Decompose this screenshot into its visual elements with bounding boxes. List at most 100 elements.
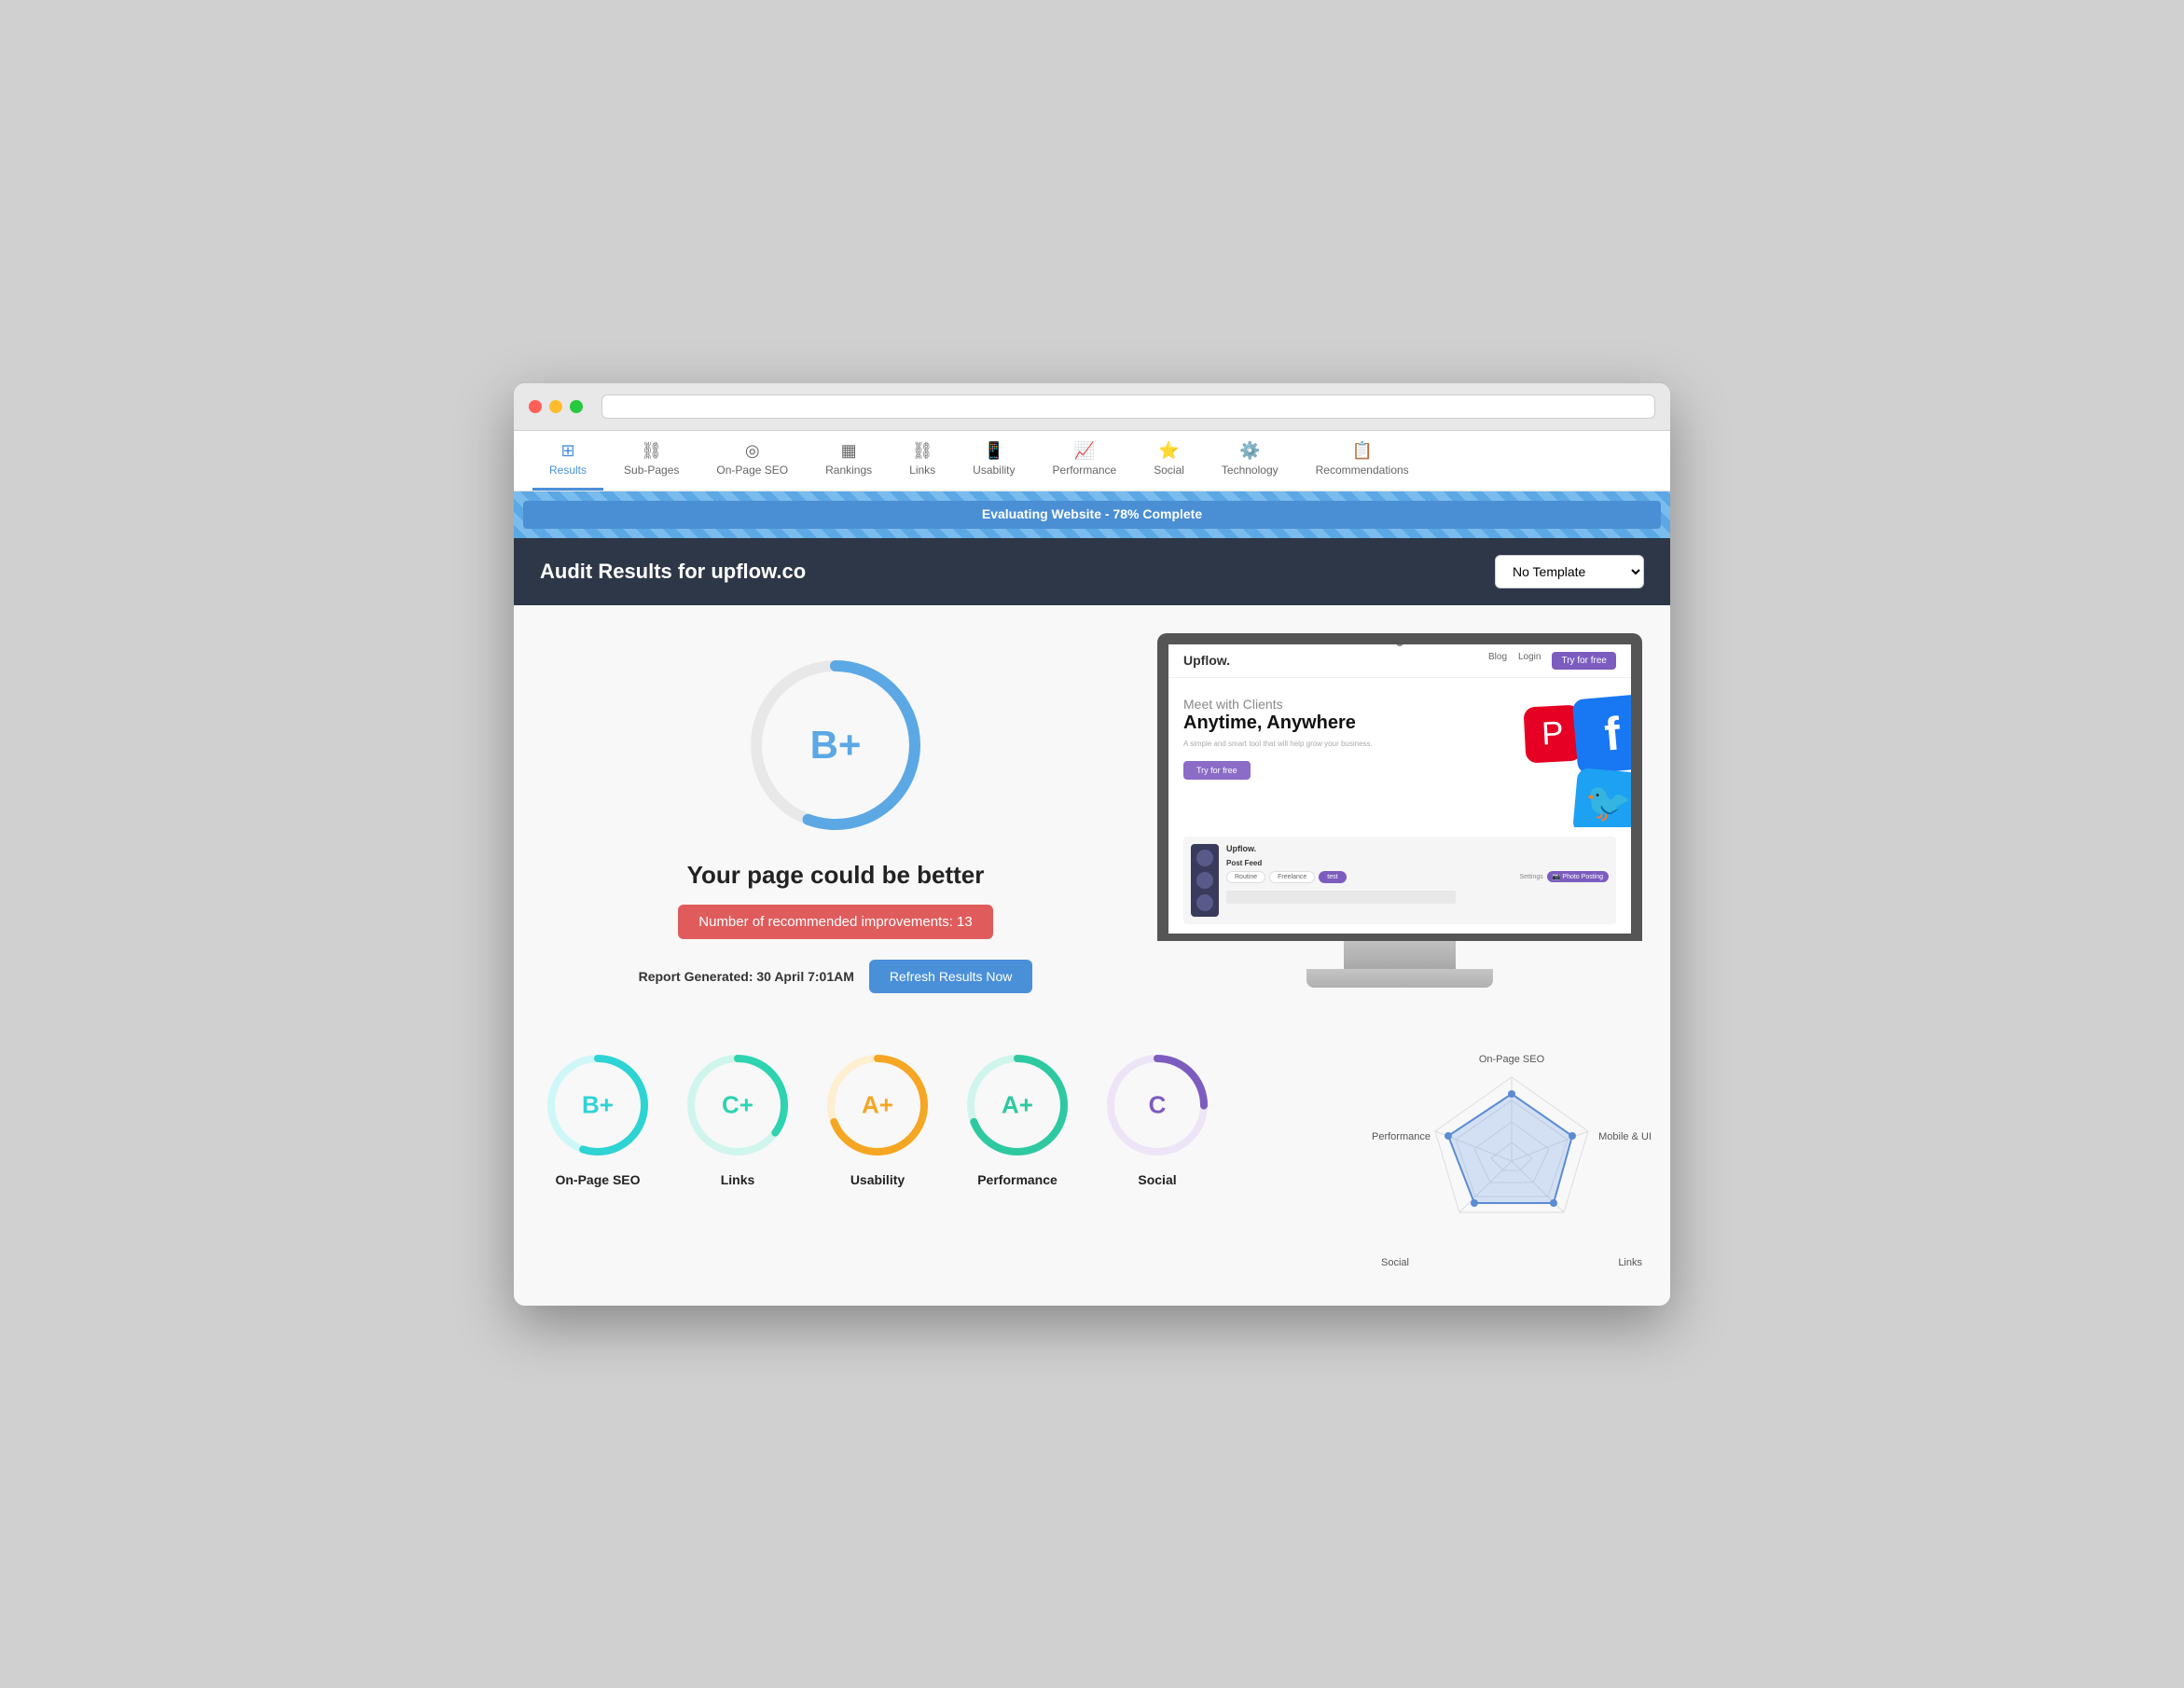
radar-label-links: Links [1618, 1257, 1642, 1268]
score-circle-usability: A+ [822, 1049, 933, 1161]
score-circle-performance: A+ [961, 1049, 1073, 1161]
monitor-stand [1344, 941, 1456, 969]
sidebar-icon-1 [1196, 850, 1213, 866]
results-left: B+ Your page could be better Number of r… [542, 633, 1129, 993]
grade-onpage: B+ [582, 1090, 614, 1119]
feed-tab-test: test [1319, 871, 1346, 883]
tab-results[interactable]: ⊞ Results [532, 431, 603, 491]
tab-onpage-seo[interactable]: ◎ On-Page SEO [699, 431, 805, 491]
dash-logo: Upflow. [1226, 844, 1256, 853]
camera-dot [1396, 639, 1403, 646]
audit-header: Audit Results for upflow.co No Template … [514, 538, 1670, 605]
score-onpage: B+ On-Page SEO [542, 1049, 654, 1187]
sidebar-icon-3 [1196, 894, 1213, 911]
browser-window: ⊞ Results ⛓ Sub-Pages ◎ On-Page SEO ▦ Ra… [514, 383, 1670, 1306]
score-links: C+ Links [682, 1049, 794, 1187]
monitor-base [1306, 969, 1493, 988]
score-items: B+ On-Page SEO C+ Links [542, 1049, 1362, 1187]
radar-label-onpage: On-Page SEO [1479, 1054, 1544, 1065]
score-usability: A+ Usability [822, 1049, 933, 1187]
site-dashboard: Upflow. Post Feed Routine Freelance test… [1183, 837, 1616, 924]
label-links: Links [721, 1172, 755, 1187]
score-circle-onpage: B+ [542, 1049, 654, 1161]
twitter-icon: 🐦 [1572, 768, 1631, 827]
main-content: B+ Your page could be better Number of r… [514, 605, 1670, 1031]
nav-cta-button: Try for free [1552, 652, 1616, 670]
grade-links: C+ [722, 1090, 753, 1119]
technology-icon: ⚙️ [1239, 442, 1260, 459]
grade-performance: A+ [1002, 1090, 1033, 1119]
grade-social: C [1149, 1090, 1167, 1119]
maximize-button[interactable] [570, 400, 583, 413]
performance-icon: 📈 [1074, 442, 1095, 459]
close-button[interactable] [529, 400, 542, 413]
minimize-button[interactable] [549, 400, 562, 413]
progress-bar-container: Evaluating Website - 78% Complete [514, 491, 1670, 538]
feed-tab-routine: Routine [1226, 871, 1265, 883]
improvements-badge: Number of recommended improvements: 13 [678, 905, 992, 939]
label-usability: Usability [850, 1172, 905, 1187]
radar-label-performance: Performance [1372, 1131, 1431, 1142]
radar-label-mobile: Mobile & UI [1598, 1131, 1652, 1142]
tab-recommendations[interactable]: 📋 Recommendations [1299, 431, 1426, 491]
timeline-bar [1226, 891, 1456, 904]
template-select[interactable]: No Template E-commerce Blog SaaS [1495, 555, 1644, 588]
tab-links[interactable]: ⛓ Links [892, 431, 952, 491]
label-social: Social [1138, 1172, 1176, 1187]
tab-technology[interactable]: ⚙️ Technology [1205, 431, 1295, 491]
tab-rankings[interactable]: ▦ Rankings [809, 431, 889, 491]
onpage-icon: ◎ [745, 442, 760, 459]
progress-text: Evaluating Website - 78% Complete [982, 506, 1202, 521]
report-date: Report Generated: 30 April 7:01AM [639, 969, 854, 984]
grade-value: B+ [810, 723, 862, 768]
subpages-icon: ⛓ [641, 442, 662, 459]
facebook-icon: f [1572, 693, 1631, 774]
browser-titlebar [514, 383, 1670, 431]
rankings-icon: ▦ [841, 442, 857, 459]
results-icon: ⊞ [560, 442, 574, 459]
report-row: Report Generated: 30 April 7:01AM Refres… [639, 960, 1033, 993]
score-circle-social: C [1101, 1049, 1213, 1161]
site-hero: Meet with Clients Anytime, Anywhere A si… [1168, 678, 1631, 827]
nav-link-login: Login [1518, 652, 1541, 670]
feed-settings: Settings [1519, 874, 1542, 880]
page-tagline: Your page could be better [687, 861, 985, 890]
photo-posting-btn: 📷 Photo Posting [1547, 871, 1609, 882]
usability-icon: 📱 [984, 442, 1004, 459]
grade-usability: A+ [862, 1090, 893, 1119]
radar-chart: On-Page SEO Mobile & UI Links Social Per… [1381, 1049, 1642, 1278]
nav-tabs: ⊞ Results ⛓ Sub-Pages ◎ On-Page SEO ▦ Ra… [514, 431, 1670, 491]
dash-topbar: Upflow. [1226, 844, 1609, 853]
monitor: Upflow. Blog Login Try for free [1157, 633, 1642, 988]
results-grid: B+ Your page could be better Number of r… [542, 633, 1642, 993]
score-performance: A+ Performance [961, 1049, 1073, 1187]
radar-label-social: Social [1381, 1257, 1409, 1268]
refresh-button[interactable]: Refresh Results Now [869, 960, 1033, 993]
post-feed-label: Post Feed [1226, 859, 1609, 867]
site-preview: Upflow. Blog Login Try for free [1168, 644, 1631, 934]
sidebar-icon-2 [1196, 872, 1213, 889]
progress-bar-inner: Evaluating Website - 78% Complete [523, 501, 1661, 529]
monitor-screen: Upflow. Blog Login Try for free [1157, 633, 1642, 941]
label-onpage: On-Page SEO [555, 1172, 640, 1187]
grade-circle: B+ [742, 652, 929, 838]
tab-usability[interactable]: 📱 Usability [956, 431, 1031, 491]
tab-subpages[interactable]: ⛓ Sub-Pages [607, 431, 696, 491]
post-feed-tabs: Routine Freelance test Settings 📷 Photo … [1226, 871, 1609, 883]
monitor-container: Upflow. Blog Login Try for free [1157, 633, 1642, 988]
score-social: C Social [1101, 1049, 1213, 1187]
site-nav: Upflow. Blog Login Try for free [1168, 644, 1631, 678]
tab-performance[interactable]: 📈 Performance [1036, 431, 1134, 491]
scores-section: B+ On-Page SEO C+ Links [514, 1031, 1670, 1306]
address-bar[interactable] [601, 394, 1655, 419]
audit-title: Audit Results for upflow.co [540, 560, 806, 584]
site-sidebar [1191, 844, 1219, 917]
tab-social[interactable]: ⭐ Social [1137, 431, 1201, 491]
feed-tab-freelance: Freelance [1269, 871, 1315, 883]
nav-link-blog: Blog [1488, 652, 1507, 670]
recommendations-icon: 📋 [1351, 442, 1372, 459]
score-circle-links: C+ [682, 1049, 794, 1161]
social-icon: ⭐ [1158, 442, 1179, 459]
dash-content: Upflow. Post Feed Routine Freelance test… [1226, 844, 1609, 917]
links-icon: ⛓ [912, 442, 933, 459]
